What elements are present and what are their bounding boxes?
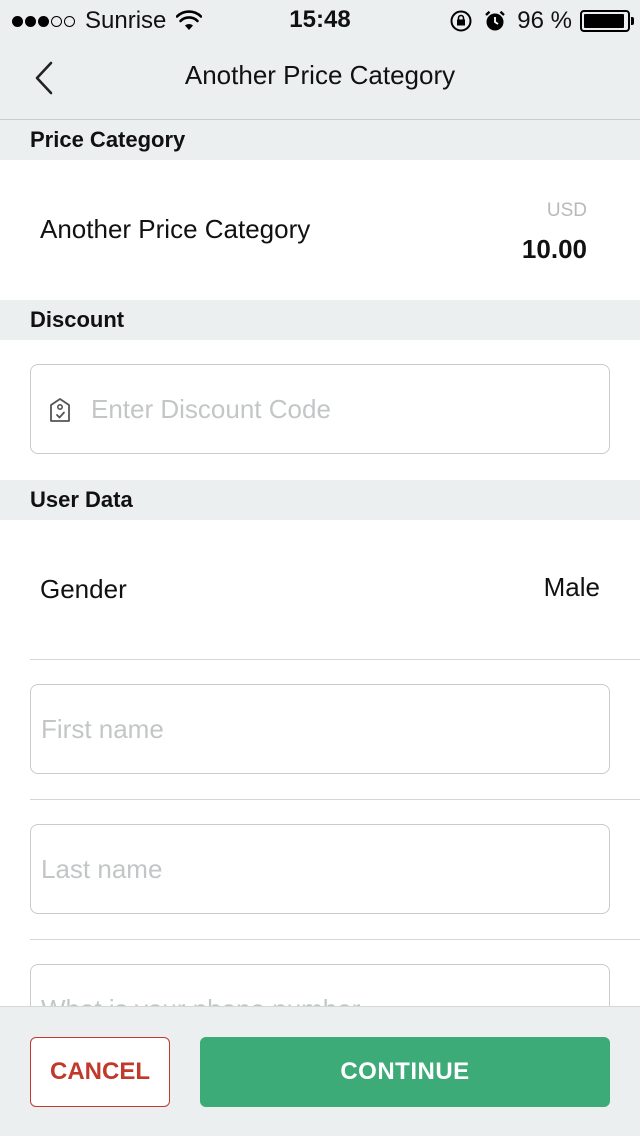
status-bar: Sunrise 15:48 96 %: [0, 0, 640, 40]
cancel-button[interactable]: CANCEL: [30, 1037, 170, 1107]
price-category-row: Another Price Category USD 10.00: [0, 160, 640, 300]
last-name-input[interactable]: [31, 825, 609, 913]
signal-strength-icon: [12, 15, 77, 27]
discount-tag-icon: [50, 398, 70, 422]
section-header-user-data: User Data: [0, 480, 640, 520]
wifi-icon: [176, 10, 203, 30]
continue-button[interactable]: CONTINUE: [200, 1037, 610, 1107]
divider: [30, 799, 640, 800]
price-amount: 10.00: [521, 234, 587, 264]
chevron-left-icon: [35, 61, 53, 95]
discount-code-field[interactable]: [30, 364, 610, 454]
status-bar-left: Sunrise: [12, 6, 203, 36]
price-category-name: Another Price Category: [40, 214, 311, 244]
section-header-discount: Discount: [0, 300, 640, 340]
battery-percent: 96 %: [517, 7, 572, 34]
first-name-field[interactable]: [30, 684, 610, 774]
alarm-icon: [485, 10, 506, 31]
currency-label: USD: [546, 200, 587, 221]
back-button[interactable]: [24, 58, 64, 98]
battery-icon: [580, 10, 634, 32]
divider: [30, 659, 640, 660]
navigation-bar: Another Price Category: [0, 40, 640, 120]
status-bar-right: 96 %: [449, 6, 634, 36]
divider: [30, 939, 640, 940]
gender-value: Male: [543, 572, 600, 602]
gender-selector[interactable]: Gender Male: [0, 520, 640, 660]
page-title: Another Price Category: [184, 60, 456, 90]
carrier-name: Sunrise: [85, 7, 167, 34]
gender-label: Gender: [40, 574, 127, 604]
last-name-field[interactable]: [30, 824, 610, 914]
rotation-lock-icon: [450, 10, 472, 32]
section-header-price-category: Price Category: [0, 120, 640, 160]
first-name-input[interactable]: [31, 685, 609, 773]
discount-code-input[interactable]: [91, 365, 591, 453]
footer-actions: CANCEL CONTINUE: [0, 1006, 640, 1136]
